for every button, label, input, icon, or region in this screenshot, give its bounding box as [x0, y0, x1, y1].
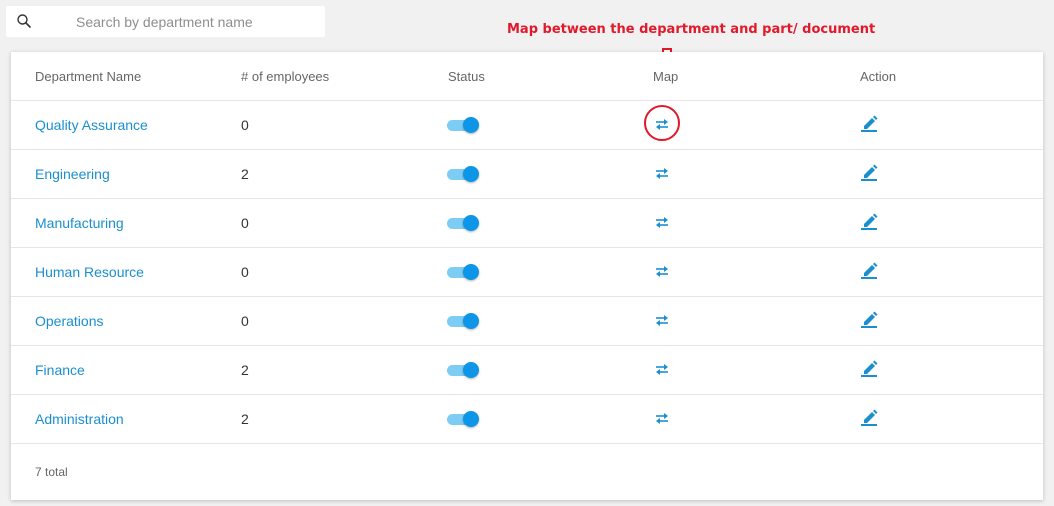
department-page: Map between the department and part/ doc… [0, 0, 1054, 506]
pencil-edit-icon[interactable] [859, 113, 879, 133]
header-map: Map [653, 69, 679, 84]
pencil-edit-icon[interactable] [859, 211, 879, 231]
status-toggle[interactable] [447, 116, 481, 134]
department-name-link[interactable]: Human Resource [35, 264, 144, 280]
table-header: Department Name # of employees Status Ma… [11, 52, 1043, 101]
table-row: Manufacturing 0 [11, 199, 1043, 248]
swap-arrows-icon[interactable] [654, 264, 670, 278]
table-row: Human Resource 0 [11, 248, 1043, 297]
status-toggle[interactable] [447, 410, 481, 428]
swap-arrows-icon[interactable] [654, 215, 670, 229]
status-toggle[interactable] [447, 263, 481, 281]
department-name-link[interactable]: Administration [35, 411, 124, 427]
pencil-edit-icon[interactable] [859, 358, 879, 378]
table-row: Finance 2 [11, 346, 1043, 395]
swap-arrows-icon[interactable] [654, 166, 670, 180]
search-icon [17, 14, 31, 28]
status-toggle[interactable] [447, 361, 481, 379]
department-name-link[interactable]: Engineering [35, 166, 110, 182]
annotation-highlight-circle [644, 105, 680, 141]
department-name-link[interactable]: Operations [35, 313, 103, 329]
pencil-edit-icon[interactable] [859, 260, 879, 280]
annotation-text: Map between the department and part/ doc… [507, 22, 876, 37]
employee-count: 0 [241, 215, 249, 231]
swap-arrows-icon[interactable] [654, 313, 670, 327]
table-body: Quality Assurance 0 Engineering 2 Manufa… [11, 101, 1043, 444]
status-toggle[interactable] [447, 214, 481, 232]
table-row: Administration 2 [11, 395, 1043, 444]
employee-count: 0 [241, 264, 249, 280]
table-footer-total: 7 total [35, 465, 68, 479]
table-row: Engineering 2 [11, 150, 1043, 199]
department-name-link[interactable]: Finance [35, 362, 85, 378]
swap-arrows-icon[interactable] [654, 411, 670, 425]
employee-count: 2 [241, 166, 249, 182]
pencil-edit-icon[interactable] [859, 407, 879, 427]
employee-count: 0 [241, 117, 249, 133]
pencil-edit-icon[interactable] [859, 162, 879, 182]
status-toggle[interactable] [447, 165, 481, 183]
employee-count: 2 [241, 362, 249, 378]
pencil-edit-icon[interactable] [859, 309, 879, 329]
employee-count: 2 [241, 411, 249, 427]
header-action: Action [860, 69, 897, 84]
table-row: Operations 0 [11, 297, 1043, 346]
table-row: Quality Assurance 0 [11, 101, 1043, 150]
search-bar [6, 6, 325, 37]
swap-arrows-icon[interactable] [654, 362, 670, 376]
header-employees: # of employees [241, 69, 330, 84]
header-department-name: Department Name [35, 69, 142, 84]
department-name-link[interactable]: Quality Assurance [35, 117, 148, 133]
search-input[interactable] [76, 6, 321, 37]
employee-count: 0 [241, 313, 249, 329]
department-name-link[interactable]: Manufacturing [35, 215, 124, 231]
departments-table: Department Name # of employees Status Ma… [11, 52, 1043, 500]
status-toggle[interactable] [447, 312, 481, 330]
header-status: Status [448, 69, 485, 84]
